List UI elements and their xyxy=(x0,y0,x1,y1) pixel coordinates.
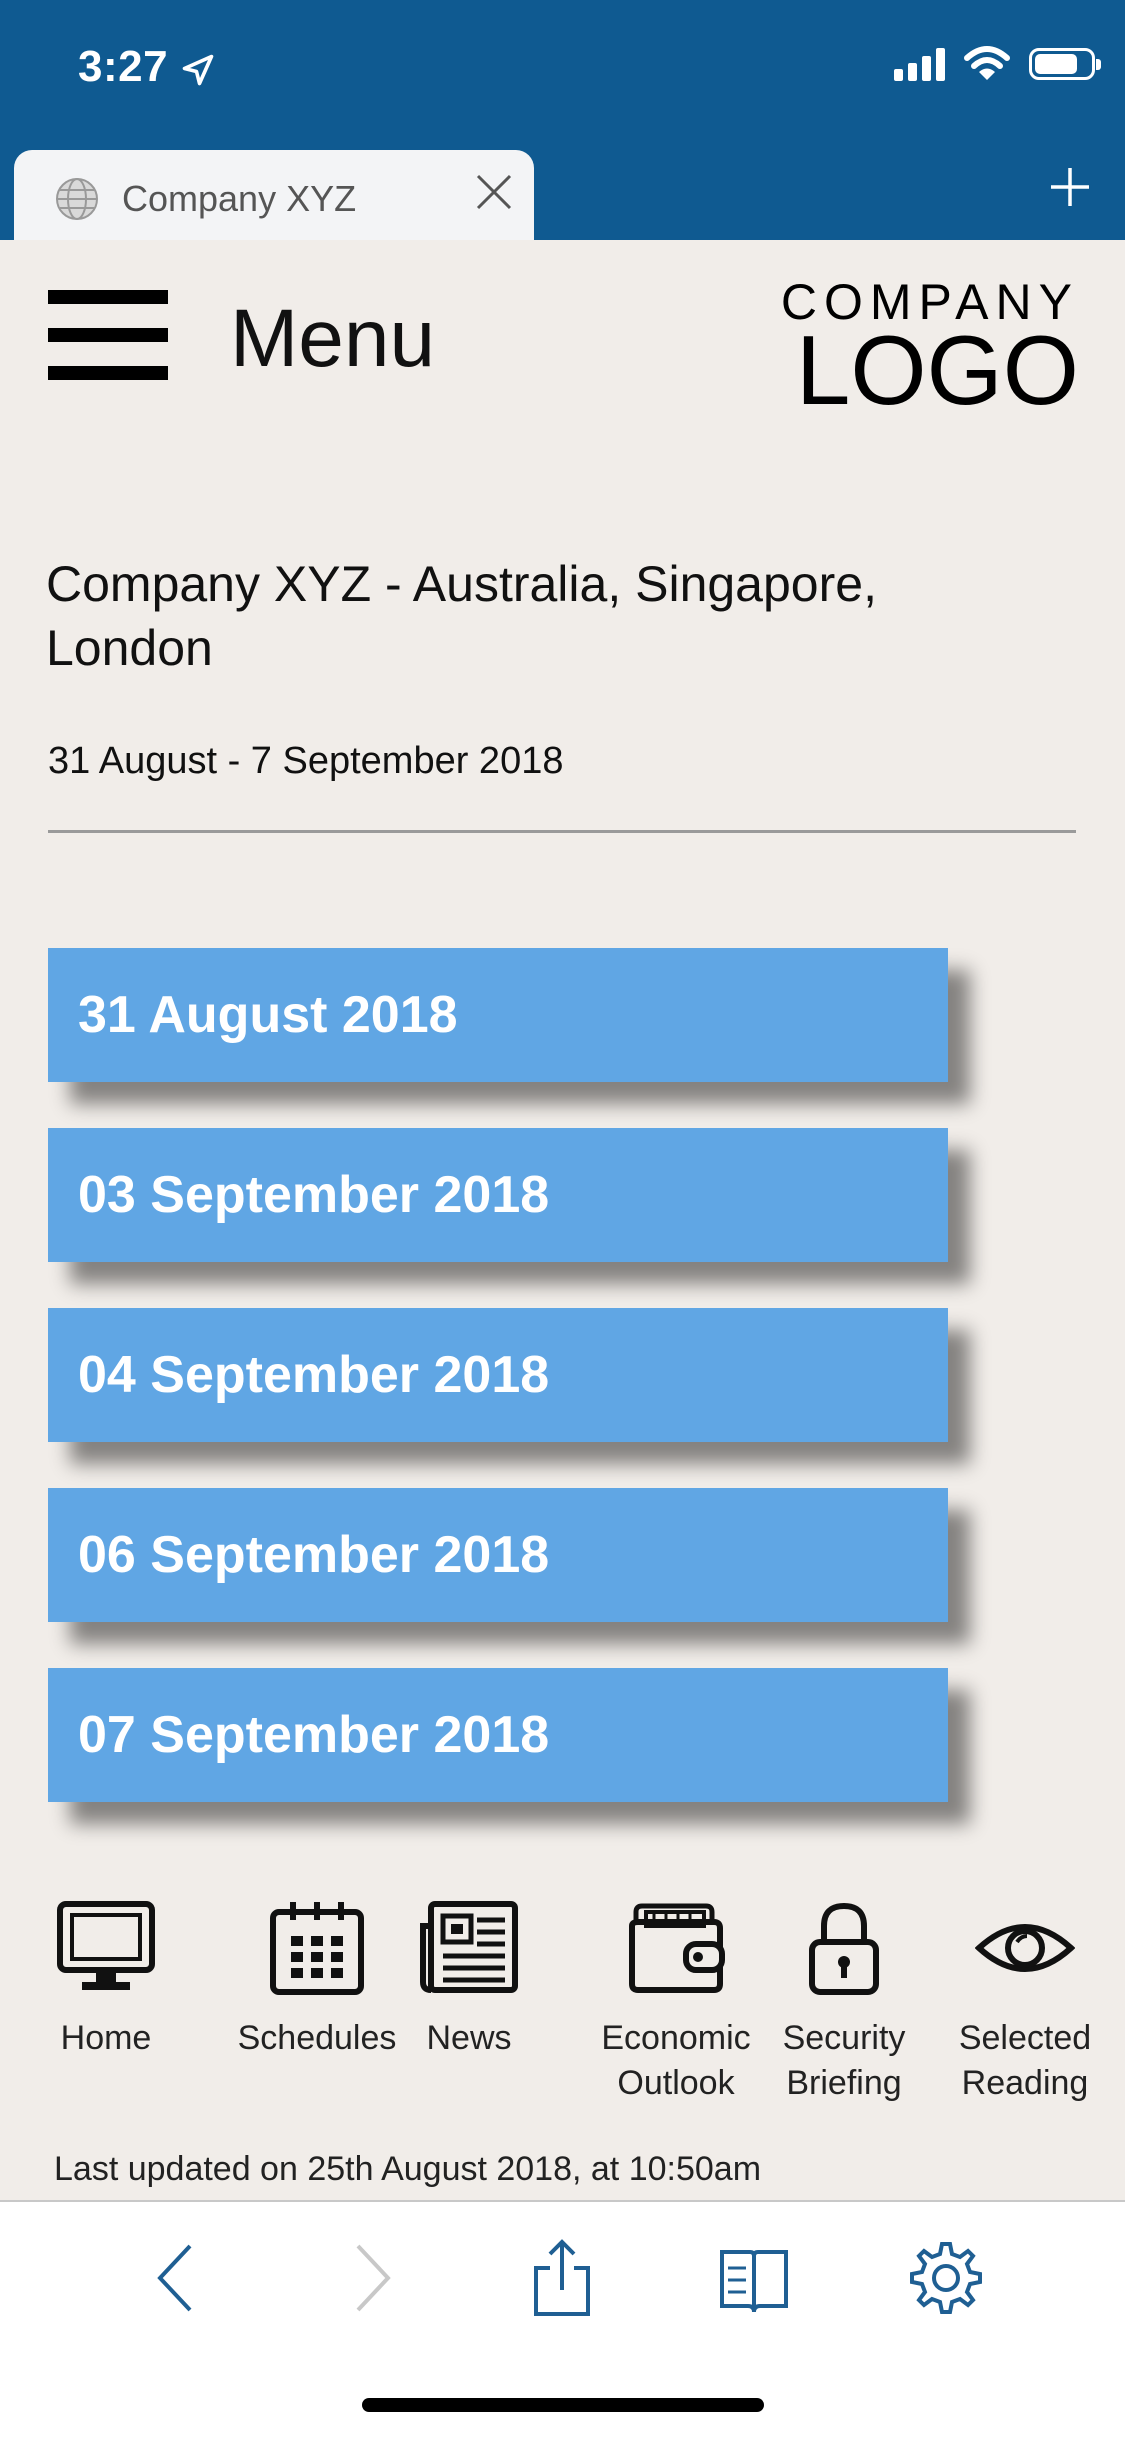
last-updated-text: Last updated on 25th August 2018, at 10:… xyxy=(54,2150,762,2188)
monitor-icon xyxy=(57,1901,155,1990)
nav-news-label: News xyxy=(426,2019,512,2057)
close-tab-icon[interactable] xyxy=(474,172,514,212)
status-time: 3:27 xyxy=(78,42,169,91)
forward-icon[interactable] xyxy=(330,2238,410,2318)
padlock-icon xyxy=(809,1902,879,1995)
nav-selected-line2: Reading xyxy=(961,2064,1089,2102)
logo-logo-text: LOGO xyxy=(795,315,1079,425)
divider xyxy=(48,830,1076,833)
nav-economic-line1: Economic xyxy=(601,2019,751,2057)
nav-selected-line1: Selected xyxy=(958,2019,1092,2057)
date-button-04-september[interactable]: 04 September 2018 xyxy=(48,1308,948,1442)
nav-economic-line2: Outlook xyxy=(617,2064,735,2102)
page-title: Company XYZ - Australia, Singapore, Lond… xyxy=(46,556,877,676)
hamburger-menu-icon[interactable] xyxy=(48,290,168,380)
browser-top-bar: 3:27 Company XYZ xyxy=(0,0,1125,240)
date-button-06-september[interactable]: 06 September 2018 xyxy=(48,1488,948,1622)
nav-home[interactable]: Home xyxy=(46,1900,166,2061)
section-nav: Home Schedules News Economic Outlook Sec… xyxy=(0,1900,1125,2130)
company-logo[interactable]: COMPANY LOGO xyxy=(781,276,1079,425)
nav-news[interactable]: News xyxy=(414,1900,524,2061)
battery-icon xyxy=(1029,48,1101,80)
nav-security-line1: Security xyxy=(782,2019,906,2057)
newspaper-icon xyxy=(420,1901,518,1993)
nav-economic-label: Economic Outlook xyxy=(596,2016,756,2106)
nav-security-briefing[interactable]: Security Briefing xyxy=(774,1900,914,2106)
gear-icon[interactable] xyxy=(906,2238,986,2318)
cellular-signal-icon xyxy=(894,47,945,81)
home-indicator[interactable] xyxy=(362,2398,764,2412)
nav-selected-reading[interactable]: Selected Reading xyxy=(950,1900,1100,2106)
nav-security-line2: Briefing xyxy=(786,2064,902,2102)
menu-label[interactable]: Menu xyxy=(230,292,435,386)
date-list: 31 August 2018 03 September 2018 04 Sept… xyxy=(48,948,948,1848)
nav-selected-label: Selected Reading xyxy=(950,2016,1100,2106)
location-arrow-icon xyxy=(182,54,214,86)
browser-tab[interactable]: Company XYZ xyxy=(14,150,534,240)
new-tab-icon[interactable] xyxy=(1047,164,1093,210)
date-button-07-september[interactable]: 07 September 2018 xyxy=(48,1668,948,1802)
nav-security-label: Security Briefing xyxy=(774,2016,914,2106)
status-icons xyxy=(894,46,1101,82)
bookmarks-icon[interactable] xyxy=(714,2238,794,2318)
date-button-31-august[interactable]: 31 August 2018 xyxy=(48,948,948,1082)
globe-icon xyxy=(56,178,98,220)
eye-icon xyxy=(975,1924,1075,1972)
nav-home-label: Home xyxy=(60,2019,152,2057)
nav-schedules-label: Schedules xyxy=(237,2019,397,2057)
nav-economic-outlook[interactable]: Economic Outlook xyxy=(596,1900,756,2106)
date-button-03-september[interactable]: 03 September 2018 xyxy=(48,1128,948,1262)
calendar-icon xyxy=(270,1902,364,1995)
back-icon[interactable] xyxy=(138,2238,218,2318)
date-range: 31 August - 7 September 2018 xyxy=(48,740,564,782)
wallet-icon xyxy=(629,1903,725,1993)
wifi-icon xyxy=(964,46,1010,80)
share-icon[interactable] xyxy=(522,2238,602,2318)
tab-title: Company XYZ xyxy=(122,178,357,219)
nav-schedules[interactable]: Schedules xyxy=(232,1900,402,2061)
